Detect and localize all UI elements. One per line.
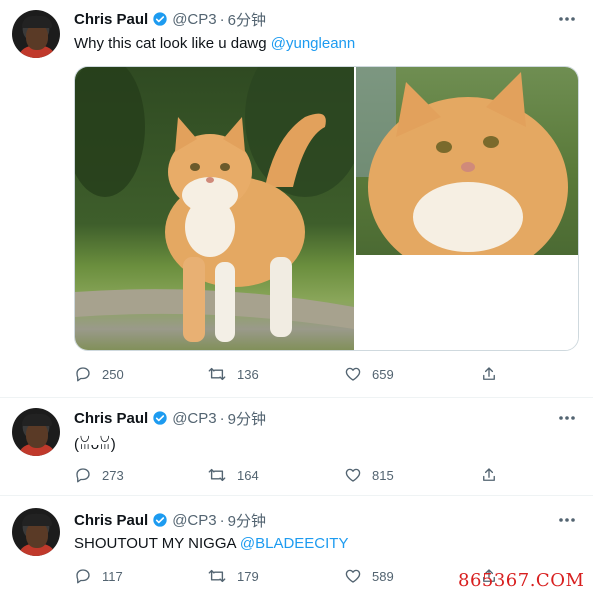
reply-button[interactable]: 250 xyxy=(74,364,124,384)
tweet-media[interactable] xyxy=(74,66,579,351)
like-icon xyxy=(345,367,361,381)
tweet-header: Chris Paul @CP3 · 9分钟 xyxy=(74,408,266,428)
author-handle[interactable]: @CP3 xyxy=(172,410,216,427)
retweet-count: 179 xyxy=(237,568,259,584)
mention-link[interactable]: @yungleann xyxy=(271,35,355,52)
verified-icon xyxy=(153,12,167,26)
retweet-icon xyxy=(208,468,226,482)
author-name[interactable]: Chris Paul xyxy=(74,410,148,427)
tweet-text: Why this cat look like u dawg @yungleann xyxy=(74,35,355,52)
like-count: 815 xyxy=(372,467,394,483)
retweet-button[interactable]: 164 xyxy=(207,465,259,485)
tweet-1[interactable]: Chris Paul @CP3 · 6分钟 Why this cat look … xyxy=(0,0,593,398)
like-button[interactable]: 589 xyxy=(344,566,394,586)
like-icon xyxy=(345,569,361,583)
timestamp[interactable]: 9分钟 xyxy=(228,510,266,531)
avatar[interactable] xyxy=(12,408,60,456)
tweet-actions: 273 164 815 xyxy=(74,465,514,485)
author-handle[interactable]: @CP3 xyxy=(172,11,216,28)
avatar[interactable] xyxy=(12,10,60,58)
media-blank-area xyxy=(403,255,578,350)
like-icon xyxy=(345,468,361,482)
cat-photo-left[interactable] xyxy=(75,67,354,350)
share-icon xyxy=(483,367,495,380)
verified-icon xyxy=(153,411,167,425)
author-name[interactable]: Chris Paul xyxy=(74,512,148,529)
share-button[interactable] xyxy=(480,465,498,485)
separator-dot: · xyxy=(219,10,225,28)
avatar[interactable] xyxy=(12,508,60,556)
watermark-text: 865367.COM xyxy=(458,570,585,591)
cat-photo-right[interactable] xyxy=(356,67,578,255)
author-handle[interactable]: @CP3 xyxy=(172,512,216,529)
reply-button[interactable]: 117 xyxy=(74,566,123,586)
reply-icon xyxy=(76,569,90,584)
timestamp[interactable]: 9分钟 xyxy=(228,408,266,429)
retweet-count: 164 xyxy=(237,467,259,483)
tweet-body: Why this cat look like u dawg xyxy=(74,35,271,52)
retweet-button[interactable]: 136 xyxy=(207,364,259,384)
reply-count: 273 xyxy=(102,467,124,483)
tweet-text: (ꈍᴗꈍ) xyxy=(74,433,116,453)
reply-icon xyxy=(76,367,90,382)
more-icon[interactable] xyxy=(557,9,577,29)
retweet-button[interactable]: 179 xyxy=(207,566,259,586)
separator-dot: · xyxy=(219,511,225,529)
like-button[interactable]: 815 xyxy=(344,465,394,485)
share-icon xyxy=(483,468,495,481)
like-button[interactable]: 659 xyxy=(344,364,394,384)
retweet-icon xyxy=(208,569,226,583)
tweet-2[interactable]: Chris Paul @CP3 · 9分钟 (ꈍᴗꈍ) 273 164 815 xyxy=(0,398,593,496)
tweet-body: (ꈍᴗꈍ) xyxy=(74,436,116,453)
more-icon[interactable] xyxy=(557,510,577,530)
share-button[interactable] xyxy=(480,364,498,384)
verified-icon xyxy=(153,513,167,527)
tweet-text: SHOUTOUT MY NIGGA @BLADEECITY xyxy=(74,535,348,552)
tweet-actions: 117 179 589 xyxy=(74,566,514,586)
tweet-header: Chris Paul @CP3 · 6分钟 xyxy=(74,9,266,29)
mention-link[interactable]: @BLADEECITY xyxy=(240,535,349,552)
reply-button[interactable]: 273 xyxy=(74,465,124,485)
tweet-header: Chris Paul @CP3 · 9分钟 xyxy=(74,510,266,530)
reply-count: 117 xyxy=(102,568,123,584)
tweet-body: SHOUTOUT MY NIGGA xyxy=(74,535,240,552)
separator-dot: · xyxy=(219,409,225,427)
like-count: 659 xyxy=(372,366,394,382)
reply-count: 250 xyxy=(102,366,124,382)
reply-icon xyxy=(76,468,90,483)
like-count: 589 xyxy=(372,568,394,584)
more-icon[interactable] xyxy=(557,408,577,428)
tweet-actions: 250 136 659 xyxy=(74,364,514,384)
retweet-icon xyxy=(208,367,226,381)
author-name[interactable]: Chris Paul xyxy=(74,11,148,28)
timestamp[interactable]: 6分钟 xyxy=(228,9,266,30)
retweet-count: 136 xyxy=(237,366,259,382)
